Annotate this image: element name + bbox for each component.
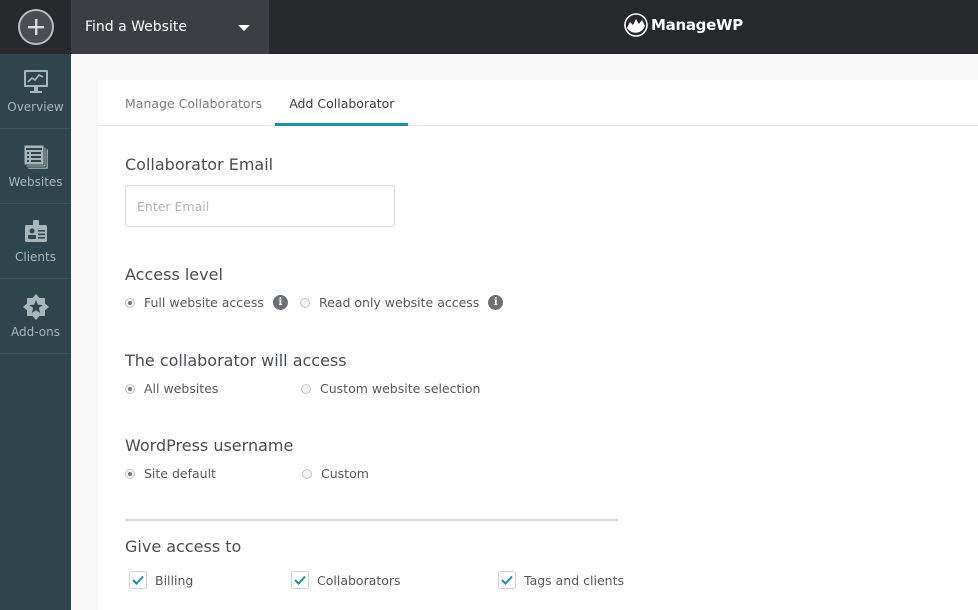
checkbox-tags-and-clients[interactable]: Tags and clients <box>498 571 624 589</box>
access-level-label: Access level <box>125 265 223 284</box>
radio-custom-website-selection[interactable]: Custom website selection <box>301 381 480 396</box>
sidebar-label-clients: Clients <box>15 250 56 264</box>
collaborator-email-label: Collaborator Email <box>125 155 274 174</box>
option-label: Tags and clients <box>524 572 624 588</box>
website-list-icon <box>23 144 48 169</box>
option-label: Site default <box>144 466 216 481</box>
add-collaborator-panel: Manage Collaborators Add Collaborator Co… <box>98 80 978 610</box>
id-badge-icon <box>24 220 47 242</box>
radio-button-unchecked[interactable] <box>302 468 312 479</box>
find-website-label: Find a Website <box>85 19 187 35</box>
option-label: Read only website access <box>319 295 480 310</box>
managewp-logo[interactable]: ManageWP <box>624 13 743 37</box>
tab-bar: Manage Collaborators Add Collaborator <box>98 80 978 126</box>
wp-username-label: WordPress username <box>125 436 294 455</box>
top-bar: Find a Website ManageWP <box>0 0 978 54</box>
checkbox-checked[interactable] <box>498 571 516 589</box>
sidebar: Overview Websites Clients Add-ons <box>0 54 71 610</box>
chevron-down-icon <box>238 25 250 31</box>
will-access-label: The collaborator will access <box>125 351 347 370</box>
checkmark-icon <box>132 575 144 585</box>
radio-button-unchecked[interactable] <box>301 383 311 394</box>
logo-mark-icon <box>624 13 648 37</box>
star-badge-icon <box>22 294 49 320</box>
monitor-chart-icon <box>23 70 48 93</box>
radio-all-websites[interactable]: All websites <box>125 381 218 396</box>
sidebar-label-addons: Add-ons <box>11 325 60 339</box>
option-label: Custom <box>321 466 369 481</box>
sidebar-item-addons[interactable]: Add-ons <box>0 279 71 354</box>
radio-button-unchecked[interactable] <box>300 297 310 308</box>
section-divider <box>125 519 618 521</box>
option-label: Full website access <box>144 295 264 310</box>
add-website-area <box>0 0 71 54</box>
checkbox-collaborators[interactable]: Collaborators <box>291 571 401 589</box>
give-access-label: Give access to <box>125 537 242 556</box>
sidebar-label-overview: Overview <box>7 100 64 114</box>
checkmark-icon <box>294 575 306 585</box>
logo-text: ManageWP <box>651 16 743 34</box>
add-website-button[interactable] <box>17 9 54 45</box>
checkbox-billing[interactable]: Billing <box>129 571 193 589</box>
info-icon[interactable]: i <box>488 295 504 310</box>
option-label: Collaborators <box>317 572 401 588</box>
radio-read-only-access[interactable]: Read only website access i <box>300 295 504 310</box>
option-label: All websites <box>144 381 219 396</box>
option-label: Billing <box>155 572 194 588</box>
plus-icon <box>27 19 44 35</box>
find-website-dropdown[interactable]: Find a Website <box>71 0 269 54</box>
collaborator-email-input[interactable] <box>125 185 395 227</box>
sidebar-label-websites: Websites <box>8 175 63 189</box>
radio-button-checked[interactable] <box>125 383 135 394</box>
checkbox-checked[interactable] <box>129 571 147 589</box>
option-label: Custom website selection <box>320 381 481 396</box>
checkbox-checked[interactable] <box>291 571 309 589</box>
tab-manage-collaborators[interactable]: Manage Collaborators <box>125 80 262 126</box>
sidebar-item-websites[interactable]: Websites <box>0 129 71 204</box>
checkmark-icon <box>501 575 513 585</box>
info-icon[interactable]: i <box>272 295 288 310</box>
radio-full-website-access[interactable]: Full website access i <box>125 295 288 310</box>
sidebar-item-overview[interactable]: Overview <box>0 54 71 129</box>
radio-site-default[interactable]: Site default <box>125 466 216 481</box>
radio-button-checked[interactable] <box>125 468 135 479</box>
radio-button-checked[interactable] <box>125 297 135 308</box>
tab-add-collaborator[interactable]: Add Collaborator <box>275 80 409 126</box>
sidebar-item-clients[interactable]: Clients <box>0 204 71 279</box>
radio-custom-username[interactable]: Custom <box>302 466 369 481</box>
